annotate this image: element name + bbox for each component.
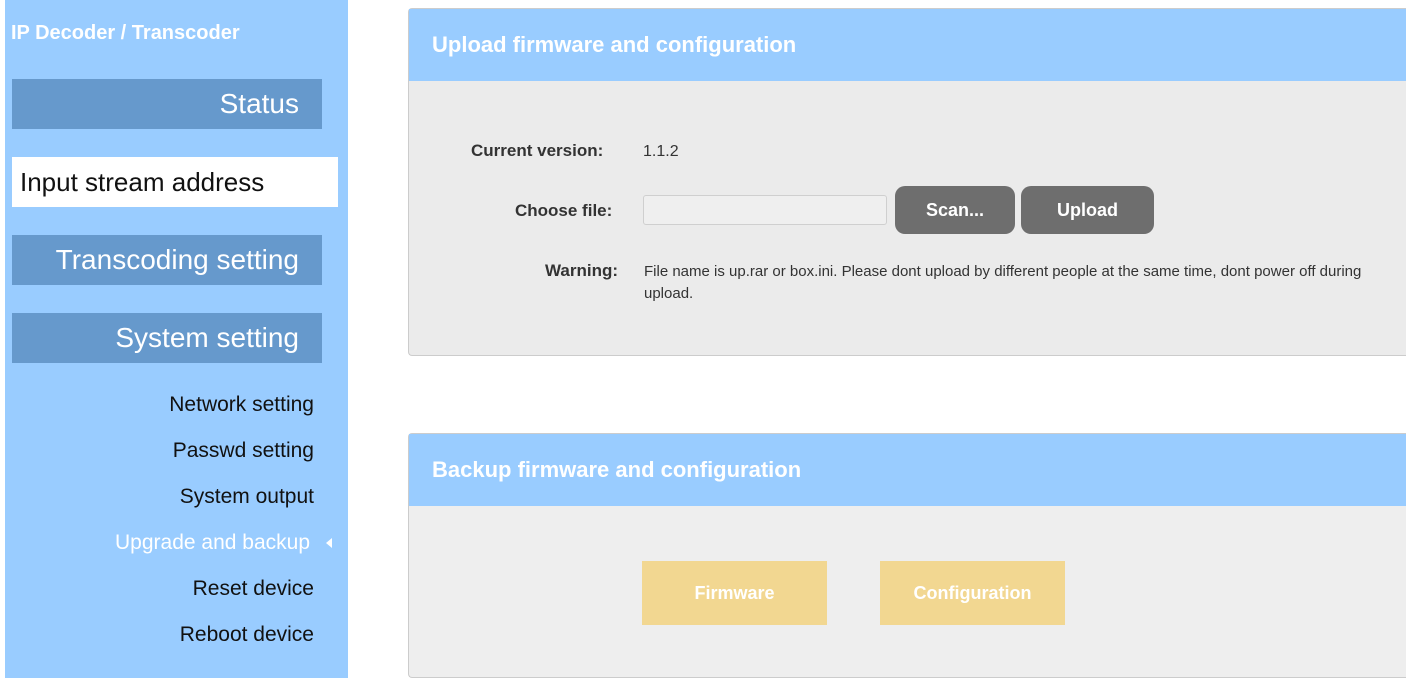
nav-system-setting[interactable]: System setting (12, 313, 322, 363)
backup-panel-title: Backup firmware and configuration (409, 434, 1406, 506)
warning-text: File name is up.rar or box.ini. Please d… (644, 263, 1362, 302)
sub-item-reset-device[interactable]: Reset device (14, 577, 314, 601)
app-title: IP Decoder / Transcoder (11, 22, 240, 44)
configuration-button[interactable]: Configuration (880, 561, 1065, 625)
sub-item-upgrade-and-backup-label: Upgrade and backup (115, 531, 310, 554)
firmware-button[interactable]: Firmware (642, 561, 827, 625)
caret-left-icon (326, 538, 332, 549)
current-version-label: Current version: (471, 141, 604, 160)
sidebar: IP Decoder / Transcoder Status Input str… (5, 0, 348, 678)
upload-panel: Upload firmware and configuration Curren… (408, 8, 1406, 356)
upload-button[interactable]: Upload (1021, 186, 1154, 234)
choose-file-label: Choose file: (515, 201, 613, 220)
nav-status[interactable]: Status (12, 79, 322, 129)
upload-panel-title: Upload firmware and configuration (409, 9, 1406, 81)
nav-transcoding-setting[interactable]: Transcoding setting (12, 235, 322, 285)
warning-label: Warning: (545, 261, 619, 280)
sub-item-passwd-setting[interactable]: Passwd setting (14, 439, 314, 463)
sub-item-reboot-device[interactable]: Reboot device (14, 623, 314, 647)
nav-input-stream-address[interactable]: Input stream address (12, 157, 338, 207)
backup-panel: Backup firmware and configuration Firmwa… (408, 433, 1406, 678)
sub-item-network-setting[interactable]: Network setting (14, 393, 314, 417)
file-path-input[interactable] (643, 195, 887, 225)
sub-item-upgrade-and-backup[interactable]: Upgrade and backup (32, 531, 332, 555)
sub-item-system-output[interactable]: System output (14, 485, 314, 509)
scan-button[interactable]: Scan... (895, 186, 1015, 234)
current-version-value: 1.1.2 (643, 143, 679, 160)
